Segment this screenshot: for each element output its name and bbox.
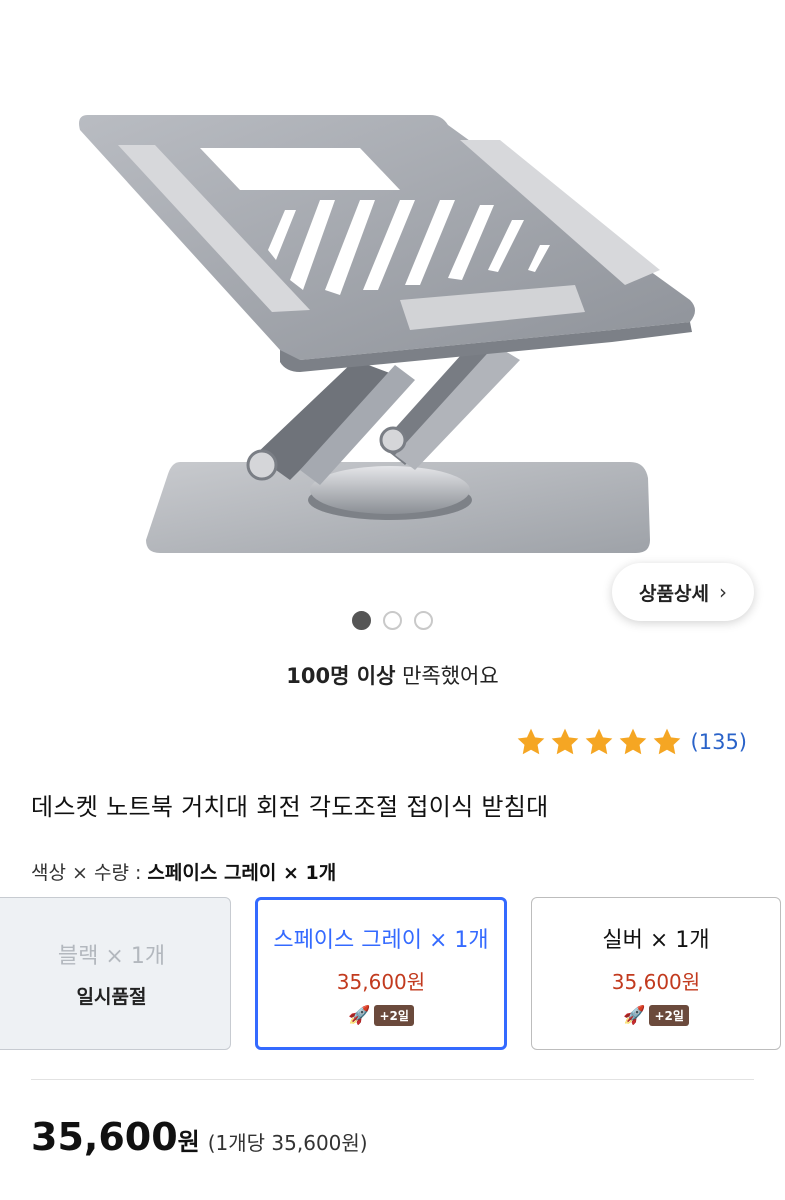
star-icon: [585, 728, 612, 755]
rocket-icon: 🚀: [623, 1004, 646, 1026]
option-name: 실버 × 1개: [602, 927, 710, 953]
price-per-unit: (1개당 35,600원): [207, 1131, 368, 1155]
option-summary-value: 스페이스 그레이 × 1개: [147, 862, 337, 884]
carousel-indicator: [352, 611, 433, 630]
delivery-days-badge: +2일: [649, 1004, 689, 1026]
rocket-icon: 🚀: [348, 1004, 371, 1026]
delivery-badge: 🚀 +2일: [623, 1004, 689, 1026]
carousel-dot-1[interactable]: [352, 611, 371, 630]
product-image[interactable]: 상품상세 ›: [0, 0, 785, 650]
option-card-black[interactable]: 블랙 × 1개 일시품절: [0, 897, 231, 1050]
price-amount: 35,600: [31, 1115, 178, 1159]
carousel-dot-2[interactable]: [383, 611, 402, 630]
product-detail-label: 상품상세: [639, 582, 709, 605]
option-summary: 색상 × 수량 : 스페이스 그레이 × 1개: [31, 858, 336, 885]
option-price: 35,600원: [336, 969, 426, 994]
total-price: 35,600 원 (1개당 35,600원): [31, 1115, 368, 1159]
option-name: 스페이스 그레이 × 1개: [273, 927, 489, 953]
chevron-right-icon: ›: [718, 580, 727, 604]
option-name: 블랙 × 1개: [57, 944, 166, 969]
option-price: 35,600원: [611, 969, 701, 994]
delivery-days-badge: +2일: [374, 1004, 414, 1026]
star-icon: [517, 728, 544, 755]
star-icon: [653, 728, 680, 755]
satisfaction-text: 100명 이상 만족했어요: [0, 660, 785, 690]
option-summary-label: 색상 × 수량 :: [31, 862, 148, 884]
laptop-stand-illustration: [79, 115, 695, 553]
star-icon: [551, 728, 578, 755]
delivery-badge: 🚀 +2일: [348, 1004, 414, 1026]
review-count[interactable]: (135): [691, 730, 747, 754]
option-card-space-gray[interactable]: 스페이스 그레이 × 1개 35,600원 🚀 +2일: [255, 897, 507, 1050]
option-card-silver[interactable]: 실버 × 1개 35,600원 🚀 +2일: [531, 897, 781, 1050]
satisfaction-highlight: 100명 이상: [286, 664, 396, 688]
satisfaction-rest: 만족했어요: [395, 664, 499, 688]
rating[interactable]: (135): [515, 726, 747, 758]
price-unit: 원: [177, 1128, 200, 1156]
divider: [31, 1079, 754, 1080]
soldout-status: 일시품절: [76, 986, 147, 1008]
product-title: 데스켓 노트북 거치대 회전 각도조절 접이식 받침대: [31, 793, 549, 821]
carousel-dot-3[interactable]: [414, 611, 433, 630]
product-detail-button[interactable]: 상품상세 ›: [612, 563, 754, 621]
star-icon: [619, 728, 646, 755]
